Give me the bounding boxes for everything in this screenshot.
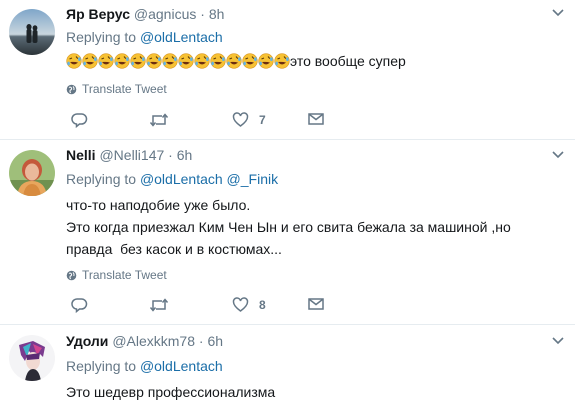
dm-button[interactable] [308, 297, 324, 311]
handle[interactable]: @Nelli147 [99, 147, 164, 163]
retweet-icon [149, 113, 169, 127]
reply-icon [71, 298, 88, 313]
rolling-on-the-floor-laughing-icon [178, 53, 194, 69]
like-button[interactable]: 7 [232, 112, 266, 128]
avatar[interactable] [9, 335, 55, 381]
reply-icon [71, 113, 88, 128]
tweet-header: Яр Верус @agnicus · 8h [66, 6, 224, 22]
chevron-down-icon[interactable] [551, 150, 565, 160]
rolling-on-the-floor-laughing-icon [98, 53, 114, 69]
rolling-on-the-floor-laughing-icon [82, 53, 98, 69]
replying-to: Replying to @oldLentach [66, 29, 223, 45]
avatar[interactable] [9, 9, 55, 55]
like-button[interactable]: 8 [232, 297, 266, 313]
display-name[interactable]: Яр Верус [66, 6, 130, 22]
like-count: 7 [259, 113, 266, 127]
tweet-text: Это шедевр профессионализма [66, 381, 275, 403]
mention-link[interactable]: @oldLentach [140, 171, 223, 187]
replying-label: Replying to [66, 29, 137, 45]
reply-button[interactable] [71, 297, 98, 313]
tweet-3[interactable]: Удоли @Alexkkm78 · 6h Replying to @oldLe… [0, 325, 575, 405]
retweet-button[interactable] [149, 112, 179, 128]
timestamp[interactable]: 6h [207, 333, 223, 349]
envelope-icon [308, 113, 324, 125]
separator: · [198, 333, 204, 349]
replying-to: Replying to @oldLentach [66, 358, 223, 374]
chevron-down-icon[interactable] [551, 8, 565, 18]
tweet-actions: 7 [66, 112, 366, 132]
separator: · [168, 147, 173, 163]
tweet-header: Удоли @Alexkkm78 · 6h [66, 333, 223, 349]
tweet-header: Nelli @Nelli147 · 6h [66, 147, 192, 163]
tweet-actions: 8 [66, 297, 366, 317]
retweet-icon [149, 298, 169, 312]
rolling-on-the-floor-laughing-icon [258, 53, 274, 69]
replying-to: Replying to @oldLentach @_Finik [66, 171, 278, 187]
rolling-on-the-floor-laughing-icon [274, 53, 290, 69]
tweet-text-line: что-то наподобие уже было. [66, 197, 251, 213]
tweet-text-body: Это шедевр профессионализма [66, 384, 276, 400]
separator: · [200, 6, 205, 22]
translate-tweet[interactable]: Translate Tweet [66, 82, 167, 96]
like-count: 8 [259, 298, 266, 312]
display-name[interactable]: Nelli [66, 147, 96, 163]
translate-label: Translate Tweet [82, 268, 167, 282]
chevron-down-icon[interactable] [551, 336, 565, 346]
heart-icon [232, 297, 249, 312]
handle[interactable]: @agnicus [134, 6, 196, 22]
retweet-button[interactable] [149, 297, 179, 313]
tweet-text: это вообще супер [66, 50, 406, 72]
mention-link[interactable]: @_Finik [227, 171, 279, 187]
dm-button[interactable] [308, 112, 324, 126]
tweet-2[interactable]: Nelli @Nelli147 · 6h Replying to @oldLen… [0, 140, 575, 325]
rolling-on-the-floor-laughing-icon [130, 53, 146, 69]
heart-icon [232, 112, 249, 127]
reply-button[interactable] [71, 112, 98, 128]
tweet-text-line: правда без касок и в костюмах... [66, 241, 282, 257]
emoji-row [66, 53, 290, 69]
globe-icon [66, 84, 77, 94]
avatar[interactable] [9, 150, 55, 196]
replying-label: Replying to [66, 171, 137, 187]
rolling-on-the-floor-laughing-icon [162, 53, 178, 69]
tweet-text-line: Это когда приезжал Ким Чен Ын и его свит… [66, 219, 511, 235]
timestamp[interactable]: 6h [177, 147, 193, 163]
translate-tweet[interactable]: Translate Tweet [66, 268, 167, 282]
timestamp[interactable]: 8h [209, 6, 225, 22]
rolling-on-the-floor-laughing-icon [146, 53, 162, 69]
tweet-text: что-то наподобие уже было. Это когда при… [66, 194, 511, 260]
rolling-on-the-floor-laughing-icon [242, 53, 258, 69]
display-name[interactable]: Удоли [66, 333, 108, 349]
envelope-icon [308, 298, 324, 310]
rolling-on-the-floor-laughing-icon [210, 53, 226, 69]
rolling-on-the-floor-laughing-icon [114, 53, 130, 69]
rolling-on-the-floor-laughing-icon [226, 53, 242, 69]
mention-link[interactable]: @oldLentach [140, 29, 223, 45]
globe-icon [66, 270, 77, 280]
rolling-on-the-floor-laughing-icon [194, 53, 210, 69]
tweet-text-body: это вообще супер [290, 53, 406, 69]
rolling-on-the-floor-laughing-icon [66, 53, 82, 69]
handle[interactable]: @Alexkkm78 [112, 333, 195, 349]
mention-link[interactable]: @oldLentach [140, 358, 223, 374]
replying-label: Replying to [66, 358, 137, 374]
translate-label: Translate Tweet [82, 82, 167, 96]
tweet-1[interactable]: Яр Верус @agnicus · 8h Replying to @oldL… [0, 0, 575, 140]
